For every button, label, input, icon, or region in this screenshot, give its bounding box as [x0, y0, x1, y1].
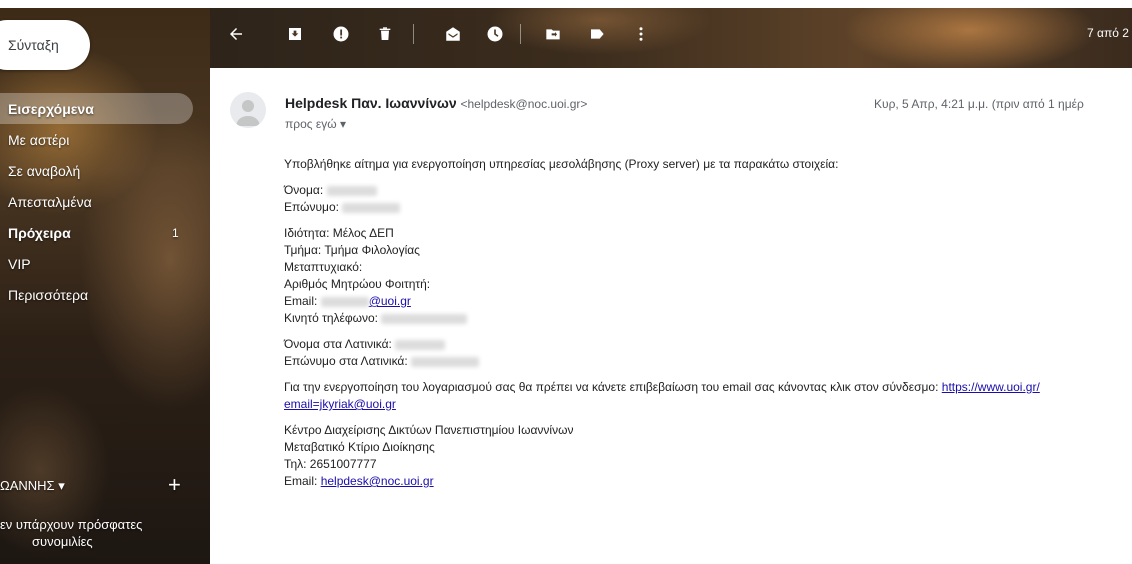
compose-button[interactable]: Σύνταξη [0, 20, 90, 70]
sidebar-item-label: Πρόχειρα [8, 224, 71, 241]
hangouts-empty-message: εν υπάρχουν πρόσφατες συνομιλίες [0, 517, 143, 549]
person-icon [236, 100, 260, 126]
sidebar-nav: Εισερχόμενα Με αστέρι Σε αναβολή Απεσταλ… [0, 93, 210, 310]
toolbar-separator [520, 24, 521, 44]
new-chat-button[interactable]: + [168, 472, 181, 498]
redacted-surname [342, 202, 401, 213]
clock-icon [487, 26, 503, 42]
redacted-mobile [381, 313, 468, 324]
recipient-details-toggle[interactable]: προς εγώ ▾ [285, 117, 346, 131]
sender-address: <helpdesk@noc.uoi.gr> [460, 97, 588, 111]
drafts-count: 1 [172, 225, 179, 240]
redacted-email-user [320, 296, 369, 307]
sidebar-item-more[interactable]: Περισσότερα [0, 279, 210, 310]
email-domain-link[interactable]: @uoi.gr [369, 294, 411, 308]
top-strip [0, 0, 1132, 8]
avatar [230, 92, 266, 128]
sender: Helpdesk Παν. Ιωαννίνων <helpdesk@noc.uo… [285, 95, 587, 111]
sidebar-item-starred[interactable]: Με αστέρι [0, 124, 210, 155]
activation-block: Για την ενεργοποίηση του λογαριασμού σας… [284, 380, 1040, 411]
sidebar-item-vip[interactable]: VIP [0, 248, 210, 279]
move-to-button[interactable] [541, 22, 565, 46]
sidebar-item-label: Περισσότερα [8, 286, 89, 303]
sidebar-item-label: Εισερχόμενα [8, 100, 94, 117]
sender-name: Helpdesk Παν. Ιωαννίνων [285, 95, 457, 111]
archive-icon [289, 28, 301, 40]
helpdesk-email-link[interactable]: helpdesk@noc.uoi.gr [321, 474, 434, 488]
sidebar-item-label: Σε αναβολή [8, 162, 81, 179]
more-options-button[interactable] [629, 22, 653, 46]
activation-link-continued[interactable]: email=jkyriak@uoi.gr [284, 397, 396, 411]
arrow-left-icon [230, 28, 242, 40]
mark-unread-icon [446, 27, 460, 41]
folder-move-icon [546, 29, 560, 40]
details-block: Ιδιότητα: Μέλος ΔΕΠ Τμήμα: Τμήμα Φιλολογ… [284, 225, 1132, 327]
mark-unread-button[interactable] [441, 22, 465, 46]
delete-button[interactable] [373, 22, 397, 46]
hangouts-user[interactable]: ΩΑΝΝΗΣ ▾ [0, 478, 65, 494]
report-spam-button[interactable] [329, 22, 353, 46]
spam-icon [333, 26, 349, 42]
compose-label: Σύνταξη [8, 37, 59, 53]
label-icon [591, 29, 604, 39]
sidebar-item-label: Με αστέρι [8, 131, 70, 148]
email-body: Υποβλήθηκε αίτημα για ενεργοποίηση υπηρε… [284, 156, 1132, 499]
archive-button[interactable] [283, 22, 307, 46]
redacted-latin-name [395, 339, 446, 350]
latin-block: Όνομα στα Λατινικά: Επώνυμο στα Λατινικά… [284, 336, 1132, 370]
redacted-name [326, 185, 377, 196]
trash-icon [379, 27, 391, 40]
page-info: 7 από 2 [1087, 26, 1129, 40]
sidebar-item-snoozed[interactable]: Σε αναβολή [0, 155, 210, 186]
snooze-button[interactable] [483, 22, 507, 46]
label-button[interactable] [585, 22, 609, 46]
email-view: Helpdesk Παν. Ιωαννίνων <helpdesk@noc.uo… [210, 68, 1132, 564]
sidebar-item-drafts[interactable]: Πρόχειρα 1 [0, 217, 210, 248]
toolbar-separator [413, 24, 414, 44]
intro-text: Υποβλήθηκε αίτημα για ενεργοποίηση υπηρε… [284, 157, 839, 171]
signature-block: Κέντρο Διαχείρισης Δικτύων Πανεπιστημίου… [284, 423, 574, 488]
email-date: Κυρ, 5 Απρ, 4:21 μ.μ. (πριν από 1 ημέρ [874, 97, 1084, 111]
sidebar-item-inbox[interactable]: Εισερχόμενα [0, 93, 193, 124]
name-block: Όνομα: Επώνυμο: [284, 182, 1132, 216]
back-button[interactable] [224, 22, 248, 46]
sidebar-item-label: Απεσταλμένα [8, 193, 92, 210]
activation-link[interactable]: https://www.uoi.gr/ [942, 380, 1040, 394]
sidebar-item-sent[interactable]: Απεσταλμένα [0, 186, 210, 217]
redacted-latin-surname [411, 356, 480, 367]
more-vert-icon [639, 27, 643, 41]
sidebar-item-label: VIP [8, 255, 31, 272]
